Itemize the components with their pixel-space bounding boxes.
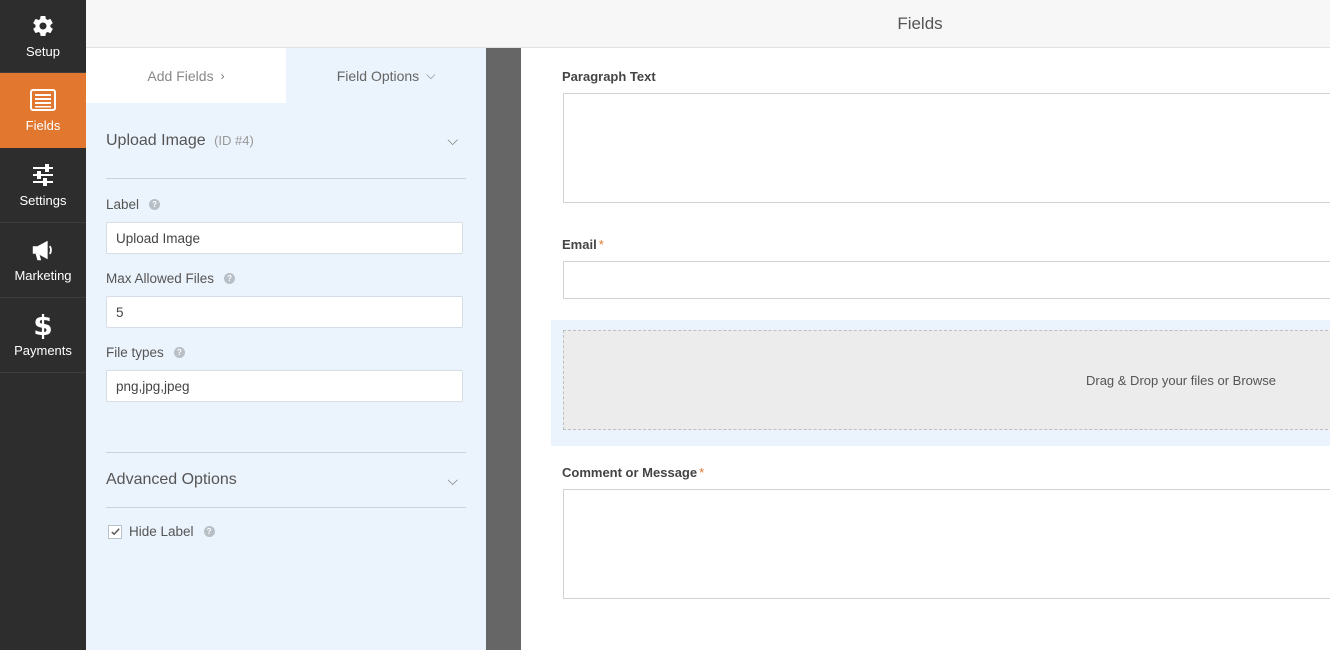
chevron-down-icon: ⌵ xyxy=(447,132,458,148)
advanced-options-header[interactable]: Advanced Options ⌵ xyxy=(106,453,466,508)
field-group-header[interactable]: Upload Image (ID #4) ⌵ xyxy=(106,103,466,179)
tab-label: Add Fields xyxy=(147,67,214,84)
label-option-label: Label xyxy=(106,196,140,212)
email-input[interactable] xyxy=(563,261,1330,299)
help-icon[interactable]: ? xyxy=(149,198,161,210)
nav-item-fields[interactable]: Fields xyxy=(0,73,86,148)
nav-label: Setup xyxy=(26,44,60,59)
email-field-label: Email * xyxy=(562,237,604,252)
required-mark: * xyxy=(699,465,705,480)
hide-label-text: Hide Label xyxy=(129,524,194,539)
nav-item-marketing[interactable]: Marketing xyxy=(0,223,86,298)
max-files-label: Max Allowed Files xyxy=(106,270,215,286)
dropzone-text: Drag & Drop your files or Browse xyxy=(1085,372,1276,388)
nav-label: Settings xyxy=(19,193,67,208)
paragraph-field-label: Paragraph Text xyxy=(562,69,656,84)
help-icon[interactable]: ? xyxy=(203,526,215,537)
label-option: Label ? xyxy=(106,196,466,254)
nav-item-setup[interactable]: Setup xyxy=(0,0,86,73)
chevron-right-icon: › xyxy=(220,68,225,83)
chevron-down-icon: ⌵ xyxy=(447,471,458,488)
max-files-option: Max Allowed Files ? xyxy=(106,270,466,328)
tab-label: Field Options xyxy=(336,67,420,84)
help-icon[interactable]: ? xyxy=(173,346,185,358)
nav-label: Payments xyxy=(14,343,72,358)
fields-list-icon xyxy=(30,87,56,113)
max-files-input[interactable] xyxy=(106,296,463,328)
paragraph-label-text: Paragraph Text xyxy=(562,69,656,84)
upload-image-field[interactable]: Drag & Drop your files or Browse xyxy=(551,320,1330,446)
svg-text:$: $ xyxy=(33,311,52,339)
file-types-label: File types xyxy=(106,344,164,360)
field-group-id: (ID #4) xyxy=(214,132,254,148)
comment-field-label: Comment or Message * xyxy=(562,465,704,480)
chevron-down-icon: ⌵ xyxy=(426,68,436,82)
left-nav: Setup Fields Settings Marketing $ Paymen… xyxy=(0,0,86,650)
nav-label: Fields xyxy=(25,118,61,133)
checkmark-icon xyxy=(110,528,120,536)
gear-icon xyxy=(30,13,56,39)
sliders-icon xyxy=(30,162,56,188)
help-icon[interactable]: ? xyxy=(224,272,236,284)
email-label-text: Email xyxy=(562,237,597,252)
required-mark: * xyxy=(598,237,604,252)
hide-label-option: Hide Label ? xyxy=(106,524,466,539)
top-bar: Fields xyxy=(86,0,1330,48)
megaphone-icon xyxy=(30,237,56,263)
file-types-input[interactable] xyxy=(106,370,463,402)
page-title: Fields xyxy=(897,14,943,33)
field-group-title: Upload Image xyxy=(106,131,206,149)
upload-dropzone[interactable]: Drag & Drop your files or Browse xyxy=(563,330,1330,430)
panel-tabs: Add Fields › Field Options ⌵ xyxy=(86,48,486,103)
nav-label: Marketing xyxy=(14,268,72,283)
label-input[interactable] xyxy=(106,222,463,254)
nav-item-payments[interactable]: $ Payments xyxy=(0,298,86,373)
comment-textarea[interactable] xyxy=(563,489,1330,599)
panel-gutter xyxy=(486,48,521,650)
form-preview: Paragraph Text Email * Drag & Drop your f… xyxy=(521,48,1330,650)
paragraph-textarea[interactable] xyxy=(563,93,1330,203)
comment-label-text: Comment or Message xyxy=(562,465,698,480)
advanced-options-title: Advanced Options xyxy=(106,471,237,488)
panel-body: Upload Image (ID #4) ⌵ Label ? Max Allow… xyxy=(86,103,486,539)
dollar-icon: $ xyxy=(30,311,56,339)
hide-label-checkbox[interactable] xyxy=(108,524,122,539)
nav-item-settings[interactable]: Settings xyxy=(0,148,86,223)
field-options-panel: Add Fields › Field Options ⌵ Upload Imag… xyxy=(86,48,486,650)
file-types-option: File types ? xyxy=(106,344,466,402)
tab-field-options[interactable]: Field Options ⌵ xyxy=(286,48,486,103)
tab-add-fields[interactable]: Add Fields › xyxy=(86,48,286,103)
